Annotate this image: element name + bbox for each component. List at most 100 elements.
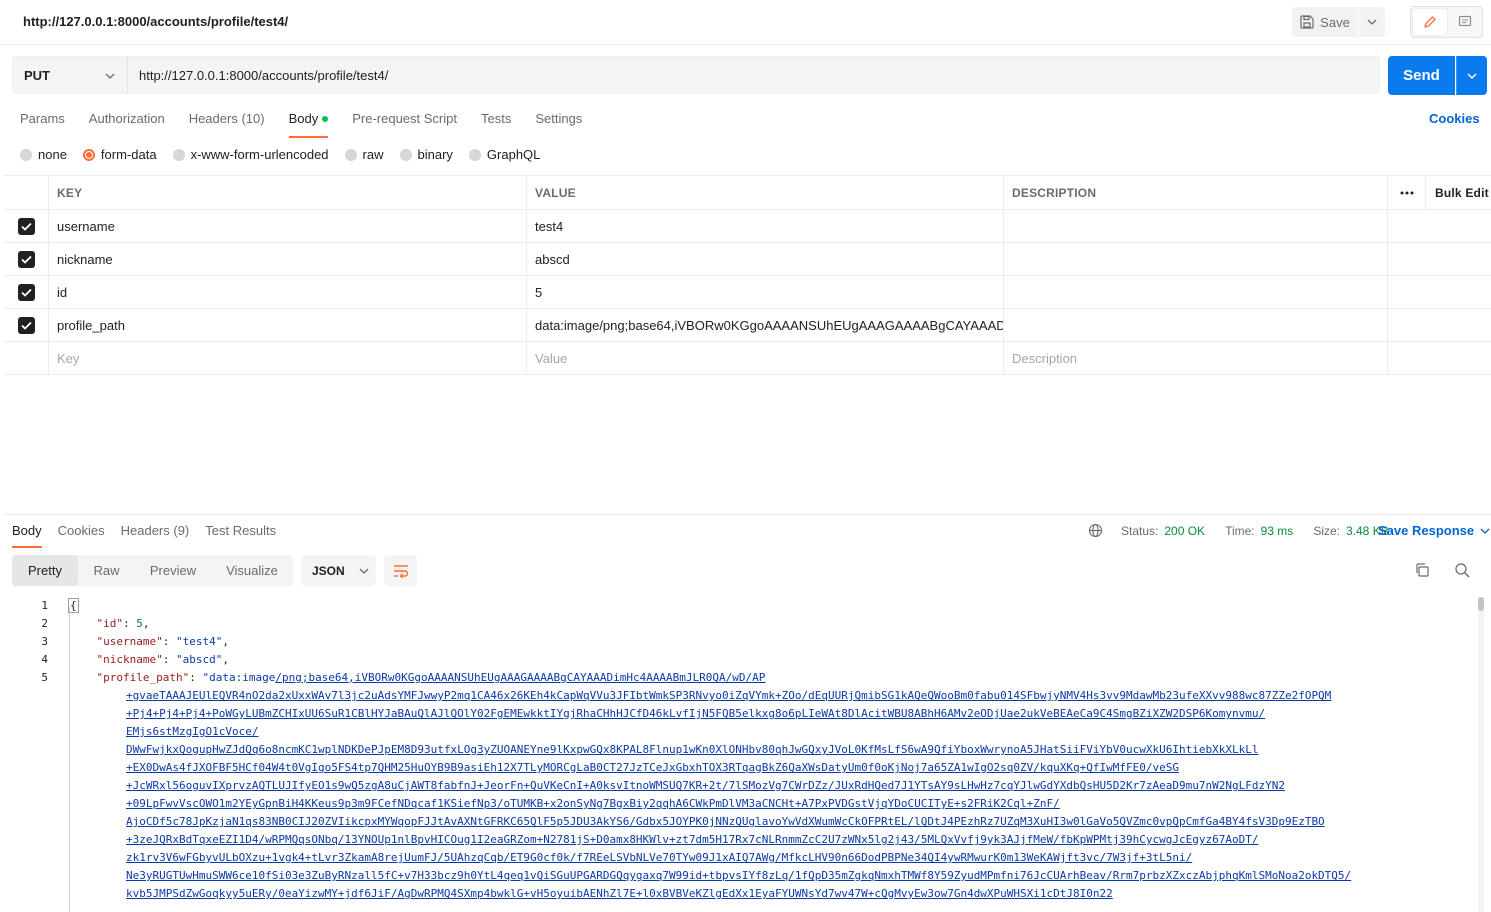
radio-form-data[interactable]: form-data (82, 147, 157, 162)
line-number: 4 (41, 653, 48, 666)
comment-icon (1458, 15, 1472, 27)
time-value[interactable]: 93 ms (1261, 524, 1294, 538)
send-options-button[interactable] (1456, 56, 1487, 95)
value-cell[interactable]: 5 (527, 276, 1004, 308)
key-cell[interactable]: username (49, 210, 527, 242)
code-line-continued[interactable]: +EX0DwAs4fJXOFBF5HCf04W4t0VgIgo5FS4tp7QH… (126, 759, 1179, 777)
code-line-continued[interactable]: +Pj4+Pj4+Pj4+PoWGyLUBmZCHIxUU6SuR1CBlHYJ… (126, 705, 1265, 723)
description-cell[interactable] (1004, 243, 1388, 275)
description-cell[interactable] (1004, 210, 1388, 242)
table-row: username test4 (4, 210, 1491, 243)
more-options-button[interactable] (1388, 176, 1426, 209)
tab-header: http://127.0.0.1:8000/accounts/profile/t… (0, 0, 1491, 45)
code-line-continued[interactable]: kvb5JMPSdZwGoqkyy5uERy/0eaYizwMY+jdf6JiF… (126, 885, 1113, 903)
check-icon (20, 255, 32, 264)
tab-pre-request-script[interactable]: Pre-request Script (352, 111, 457, 135)
row-checkbox[interactable] (17, 316, 35, 334)
tab-tests[interactable]: Tests (481, 111, 511, 135)
response-tab-headers[interactable]: Headers (9) (121, 523, 190, 547)
code-line: "nickname": "abscd", (96, 653, 229, 666)
save-button[interactable]: Save (1292, 7, 1358, 37)
view-tab-preview[interactable]: Preview (135, 555, 211, 586)
request-title[interactable]: http://127.0.0.1:8000/accounts/profile/t… (23, 14, 288, 29)
save-response-button[interactable]: Save Response (1378, 523, 1490, 538)
code-line-continued[interactable]: AjoCDf5c78JpKzjaN1qs83NB0CIJ20ZVIikcpxMY… (126, 813, 1325, 831)
chevron-down-icon (105, 73, 115, 79)
globe-icon[interactable] (1088, 523, 1103, 538)
cookies-link[interactable]: Cookies (1429, 111, 1480, 126)
url-input[interactable] (127, 56, 1380, 94)
code-line-continued[interactable]: DWwFwjkxQogupHwZJdQq6o8ncmKC1wplNDKDePJp… (126, 741, 1258, 759)
view-tab-raw[interactable]: Raw (78, 555, 135, 586)
code-line: "profile_path": "data:image/png;base64,i… (96, 671, 766, 684)
view-tab-pretty[interactable]: Pretty (12, 555, 78, 586)
response-divider[interactable] (4, 514, 1491, 515)
value-cell[interactable]: data:image/png;base64,iVBORw0KGgoAAAANSU… (527, 309, 1004, 341)
key-cell[interactable]: id (49, 276, 527, 308)
row-checkbox[interactable] (17, 250, 35, 268)
view-tabs: Pretty Raw Preview Visualize (12, 555, 293, 586)
code-line-continued[interactable]: EMjs6stMzgIgO1cVoce/ (126, 723, 258, 741)
wrap-lines-icon (393, 564, 408, 578)
code-line-continued[interactable]: zk1rv3V6wFGbyvULbOXzu+1vgk4+tLvr3ZkamA8r… (126, 849, 1192, 867)
code-line-continued[interactable]: +gvaeTAAAJEUlEQVR4nO2da2xUxxWAv7l3jc2uAd… (126, 687, 1331, 705)
radio-urlencoded[interactable]: x-www-form-urlencoded (172, 147, 329, 162)
pencil-icon (1424, 16, 1436, 28)
bulk-edit-button[interactable]: Bulk Edit (1426, 176, 1491, 209)
new-description-input[interactable]: Description (1004, 342, 1388, 374)
code-line: { (68, 598, 79, 613)
form-data-table: KEY VALUE DESCRIPTION Bulk Edit username… (4, 175, 1491, 375)
code-line-continued[interactable]: +3zeJQRxBdTqxeEZI1D4/wRPMQqsONbq/13YNOUp… (126, 831, 1258, 849)
view-mode-toggle (1410, 6, 1483, 38)
description-cell[interactable] (1004, 309, 1388, 341)
scrollbar-thumb[interactable] (1478, 597, 1484, 611)
code-line-continued[interactable]: +09LpFwvVscOWO1m2YEyGpnBiH4KKeus9p3m9FCe… (126, 795, 1060, 813)
save-options-button[interactable] (1359, 7, 1385, 37)
row-checkbox[interactable] (17, 217, 35, 235)
tab-params[interactable]: Params (20, 111, 65, 135)
radio-graphql[interactable]: GraphQL (468, 147, 540, 162)
code-line: "username": "test4", (96, 635, 229, 648)
key-cell[interactable]: profile_path (49, 309, 527, 341)
edit-mode-button[interactable] (1413, 9, 1447, 35)
response-body-editor[interactable]: 1 2 3 4 5 { "id": 5, "username": "test4"… (0, 597, 1480, 912)
table-header-row: KEY VALUE DESCRIPTION Bulk Edit (4, 176, 1491, 210)
documentation-mode-button[interactable] (1449, 9, 1481, 35)
copy-icon[interactable] (1414, 562, 1430, 581)
tab-authorization[interactable]: Authorization (89, 111, 165, 135)
row-checkbox[interactable] (17, 283, 35, 301)
new-value-input[interactable]: Value (527, 342, 1004, 374)
key-cell[interactable]: nickname (49, 243, 527, 275)
status-value[interactable]: 200 OK (1164, 524, 1205, 538)
response-tab-test-results[interactable]: Test Results (205, 523, 276, 547)
wrap-lines-button[interactable] (384, 555, 417, 586)
radio-raw[interactable]: raw (344, 147, 384, 162)
code-line-continued[interactable]: +JcWRxl56oguvIXprvzAQTLUJIfyEO1s9wQ5zgA8… (126, 777, 1285, 795)
format-select[interactable]: JSON (301, 555, 376, 586)
new-key-input[interactable]: Key (49, 342, 527, 374)
method-select[interactable]: PUT (12, 56, 128, 94)
radio-none[interactable]: none (20, 147, 67, 162)
description-cell[interactable] (1004, 276, 1388, 308)
view-tab-visualize[interactable]: Visualize (211, 555, 293, 586)
response-tabs: Body Cookies Headers (9) Test Results (12, 523, 276, 548)
check-icon (20, 222, 32, 231)
tab-body[interactable]: Body (288, 111, 329, 138)
response-tab-body[interactable]: Body (12, 523, 42, 548)
tab-headers[interactable]: Headers (10) (189, 111, 265, 135)
tab-settings[interactable]: Settings (535, 111, 582, 135)
search-icon[interactable] (1454, 562, 1470, 581)
response-tab-cookies[interactable]: Cookies (58, 523, 105, 547)
ellipsis-icon (1400, 191, 1413, 194)
value-cell[interactable]: abscd (527, 243, 1004, 275)
chevron-down-icon (1367, 19, 1377, 25)
chevron-down-icon (1467, 73, 1477, 79)
send-button[interactable]: Send (1388, 56, 1455, 95)
editor-scrollbar[interactable] (1478, 597, 1484, 912)
value-cell[interactable]: test4 (527, 210, 1004, 242)
code-line-continued[interactable]: Ne3yRUGTUwHmuSWW6ce10fSi03e3ZuByRNzall5f… (126, 867, 1351, 885)
status-label: Status: (1121, 523, 1159, 538)
radio-binary[interactable]: binary (399, 147, 453, 162)
time-label: Time: (1225, 523, 1255, 538)
request-tabs: Params Authorization Headers (10) Body P… (20, 111, 582, 138)
